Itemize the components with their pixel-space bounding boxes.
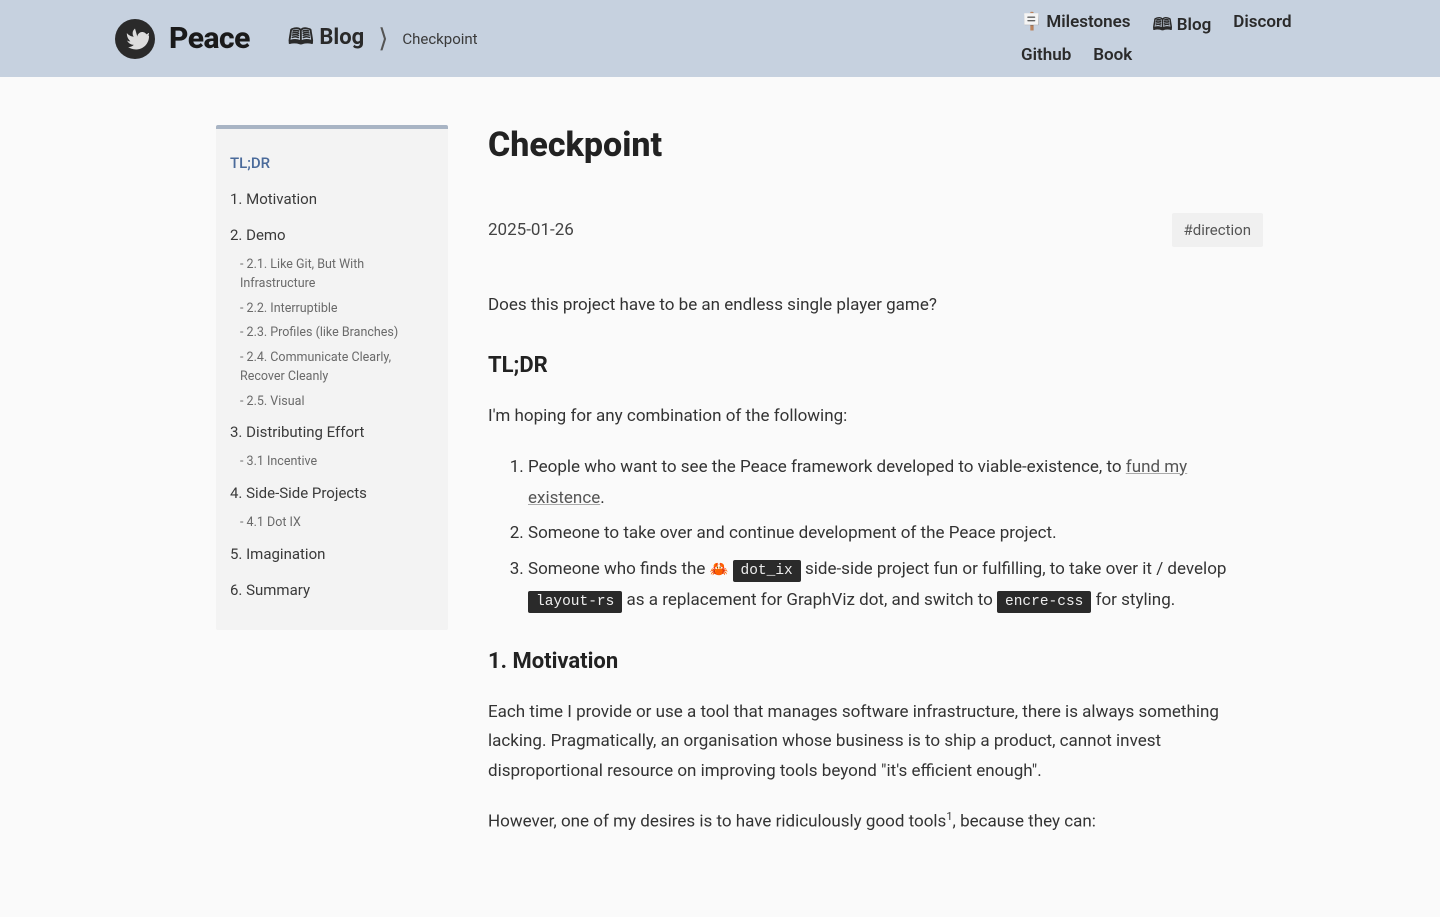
toc-dotix[interactable]: - 4.1 Dot IX xyxy=(230,511,434,536)
code-encrecss: encre-css xyxy=(997,591,1091,613)
nav-milestones[interactable]: 🪧 Milestones xyxy=(1021,12,1131,41)
heading-motivation: 1. Motivation xyxy=(488,649,1263,674)
code-dotix: dot_ix xyxy=(733,560,801,582)
toc-demo-profiles[interactable]: - 2.3. Profiles (like Branches) xyxy=(230,321,434,346)
toc-summary[interactable]: 6. Summary xyxy=(230,572,434,608)
tldr-item-1: People who want to see the Peace framewo… xyxy=(528,452,1263,515)
tldr-list: People who want to see the Peace framewo… xyxy=(488,452,1263,617)
toc-motivation[interactable]: 1. Motivation xyxy=(230,181,434,217)
toc-demo-visual[interactable]: - 2.5. Visual xyxy=(230,390,434,415)
code-layoutrs: layout-rs xyxy=(528,591,622,613)
toc-sidebar: TL;DR 1. Motivation 2. Demo - 2.1. Like … xyxy=(216,125,448,630)
motivation-p1: Each time I provide or use a tool that m… xyxy=(488,698,1263,787)
heading-tldr: TL;DR xyxy=(488,353,1263,378)
motivation-p2: However, one of my desires is to have ri… xyxy=(488,807,1263,837)
toc-demo-interruptible[interactable]: - 2.2. Interruptible xyxy=(230,297,434,322)
nav-github[interactable]: Github xyxy=(1021,45,1071,65)
breadcrumb-current: Checkpoint xyxy=(402,30,477,48)
toc-demo[interactable]: 2. Demo xyxy=(230,217,434,253)
main-layout: TL;DR 1. Motivation 2. Demo - 2.1. Like … xyxy=(120,77,1320,917)
nav-book[interactable]: Book xyxy=(1093,45,1132,65)
article-content: Checkpoint 2025-01-26 #direction Does th… xyxy=(488,125,1263,917)
tldr-intro: I'm hoping for any combination of the fo… xyxy=(488,402,1263,432)
toc-demo-communicate[interactable]: - 2.4. Communicate Clearly, Recover Clea… xyxy=(230,346,434,390)
top-nav: 🪧 Milestones 🕮 Blog Discord Github Book xyxy=(1021,12,1361,65)
toc-side-projects[interactable]: 4. Side-Side Projects xyxy=(230,475,434,511)
tag-direction[interactable]: #direction xyxy=(1172,213,1264,247)
tldr-item-3: Someone who finds the 🦀 dot_ix side-side… xyxy=(528,554,1263,617)
brand-name: Peace xyxy=(169,21,250,56)
app-header: Peace 🕮 Blog ⟩ Checkpoint 🪧 Milestones 🕮… xyxy=(0,0,1440,77)
dove-logo-icon xyxy=(115,19,155,59)
breadcrumb-separator-icon: ⟩ xyxy=(378,24,388,54)
meta-row: 2025-01-26 #direction xyxy=(488,213,1263,247)
breadcrumb-blog[interactable]: 🕮 Blog xyxy=(288,20,364,58)
header-inner: Peace 🕮 Blog ⟩ Checkpoint 🪧 Milestones 🕮… xyxy=(0,12,1389,65)
lead-paragraph: Does this project have to be an endless … xyxy=(488,291,1263,321)
crab-icon: 🦀 xyxy=(710,560,729,578)
toc-demo-git[interactable]: - 2.1. Like Git, But With Infrastructure xyxy=(230,253,434,297)
toc-imagination[interactable]: 5. Imagination xyxy=(230,536,434,572)
page-title: Checkpoint xyxy=(488,125,1263,165)
tldr-item-2: Someone to take over and continue develo… xyxy=(528,518,1263,549)
logo-group[interactable]: Peace xyxy=(115,19,250,59)
toc-distributing[interactable]: 3. Distributing Effort xyxy=(230,414,434,450)
nav-discord[interactable]: Discord xyxy=(1233,12,1291,41)
toc-incentive[interactable]: - 3.1 Incentive xyxy=(230,450,434,475)
toc-tldr[interactable]: TL;DR xyxy=(230,145,434,181)
nav-blog[interactable]: 🕮 Blog xyxy=(1153,12,1212,41)
breadcrumb: 🕮 Blog ⟩ Checkpoint xyxy=(288,20,478,58)
publish-date: 2025-01-26 xyxy=(488,220,574,240)
